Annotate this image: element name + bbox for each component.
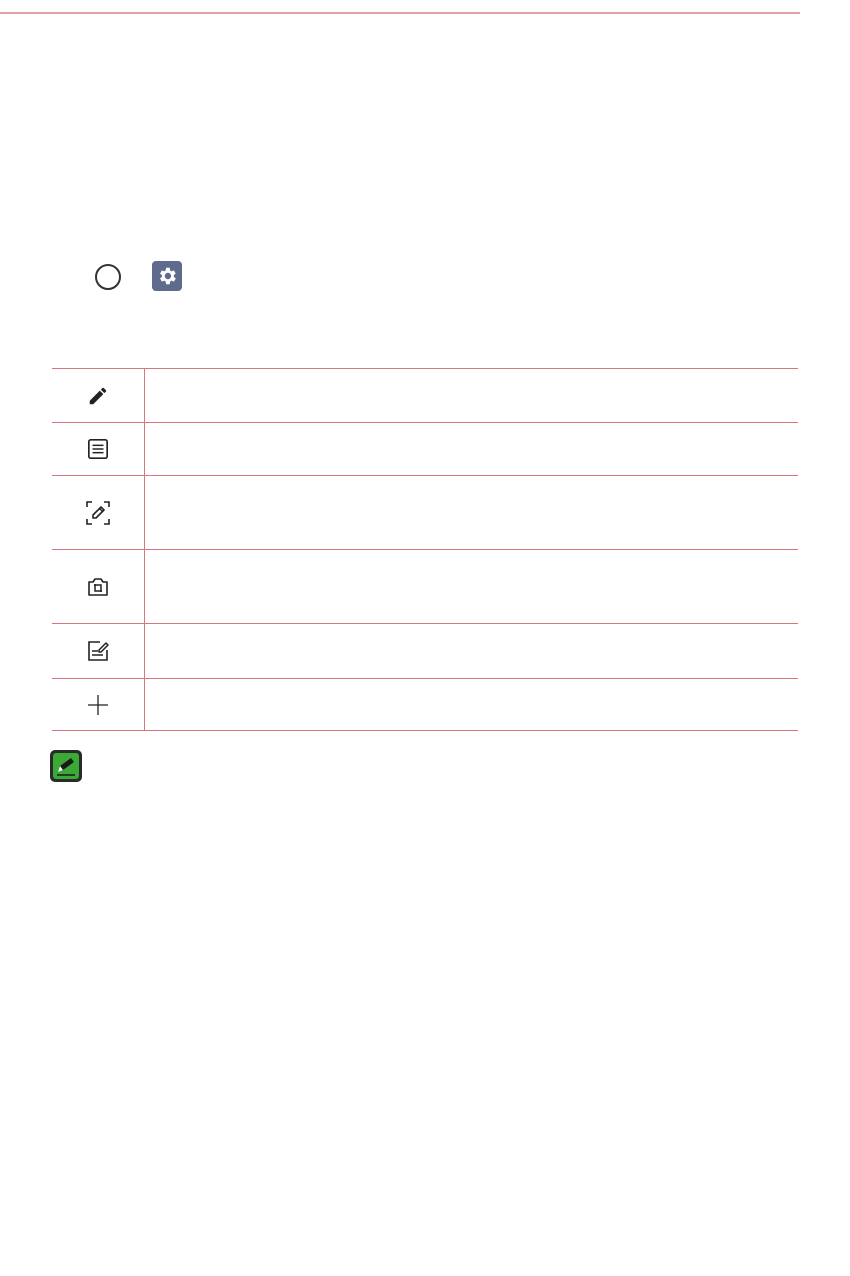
plus-icon xyxy=(88,694,108,715)
table-row xyxy=(52,368,798,423)
row-description xyxy=(144,678,798,731)
row-description xyxy=(144,422,798,476)
row-description xyxy=(144,475,798,550)
edit-note-icon xyxy=(88,641,109,661)
table-row xyxy=(52,475,798,550)
crop-image-icon xyxy=(88,577,108,596)
pencil-icon xyxy=(89,387,107,404)
row-description xyxy=(144,549,798,624)
note-pencil-icon xyxy=(50,750,82,782)
gear-icon xyxy=(152,261,182,291)
table-row xyxy=(52,678,798,731)
row-description xyxy=(144,623,798,679)
table-row xyxy=(52,549,798,624)
table-row xyxy=(52,623,798,679)
home-icon xyxy=(95,264,121,290)
row-description xyxy=(144,368,798,423)
table-row xyxy=(52,422,798,476)
icon-description-table xyxy=(52,368,798,731)
capture-pencil-icon xyxy=(86,500,110,525)
header-rule xyxy=(0,12,800,14)
list-icon xyxy=(88,439,108,459)
